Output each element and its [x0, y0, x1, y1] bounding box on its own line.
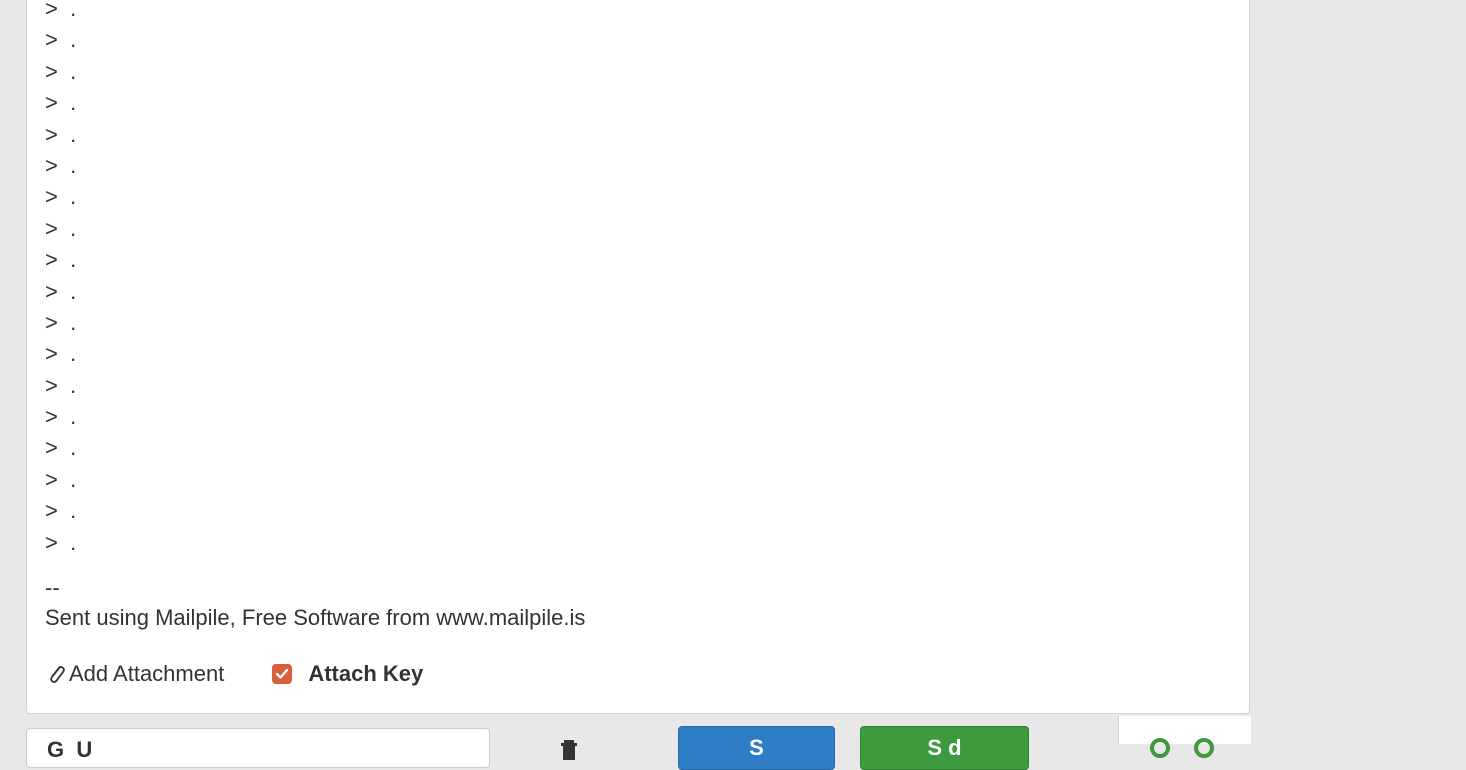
quote-line: > .	[45, 184, 77, 210]
quote-line: > .	[45, 466, 77, 492]
add-attachment-button[interactable]: Add Attachment	[45, 661, 224, 687]
quote-line: > .	[45, 247, 77, 273]
save-button[interactable]: S	[678, 726, 835, 770]
from-select[interactable]: G U	[26, 728, 490, 768]
quote-line: > .	[45, 529, 77, 555]
quote-line: > .	[45, 0, 77, 21]
checkbox-checked-icon	[272, 664, 293, 684]
quote-line: > .	[45, 309, 77, 335]
compose-panel: > . > . > . > . > . > . > . > . > . > . > . > . > . >…	[26, 0, 1250, 714]
signature-text: Sent using Mailpile, Free Software from …	[45, 605, 586, 630]
signature-separator: --	[45, 575, 60, 600]
status-dot-icon	[1194, 738, 1214, 758]
send-button[interactable]: S d	[860, 726, 1029, 770]
quote-line: > .	[45, 498, 77, 524]
compose-toolbar: G U S S d	[26, 716, 1251, 770]
status-indicators	[1150, 738, 1214, 758]
send-button-label: S d	[927, 735, 962, 760]
add-attachment-label: Add Attachment	[69, 661, 225, 686]
quote-line: > .	[45, 341, 77, 367]
quote-line: > .	[45, 372, 77, 398]
paperclip-icon	[45, 663, 67, 685]
attachment-row: Add Attachment Attach Key	[45, 658, 423, 690]
quote-line: > .	[45, 435, 77, 461]
quote-line: > .	[45, 90, 77, 116]
status-dot-icon	[1150, 738, 1170, 758]
quote-line: > .	[45, 152, 77, 178]
attach-key-label: Attach Key	[308, 661, 424, 686]
quote-line: > .	[45, 27, 77, 53]
attach-key-checkbox[interactable]: Attach Key	[272, 661, 423, 687]
quote-line: > .	[45, 58, 77, 84]
quote-line: > .	[45, 278, 77, 304]
from-select-text: G U	[47, 737, 93, 762]
quote-line: > .	[45, 404, 77, 430]
quote-line: > .	[45, 215, 77, 241]
message-body[interactable]: > . > . > . > . > . > . > . > . > . > . > . > . > . >…	[45, 0, 76, 558]
trash-icon[interactable]	[556, 736, 582, 762]
quote-line: > .	[45, 121, 77, 147]
save-button-label: S	[749, 735, 764, 760]
